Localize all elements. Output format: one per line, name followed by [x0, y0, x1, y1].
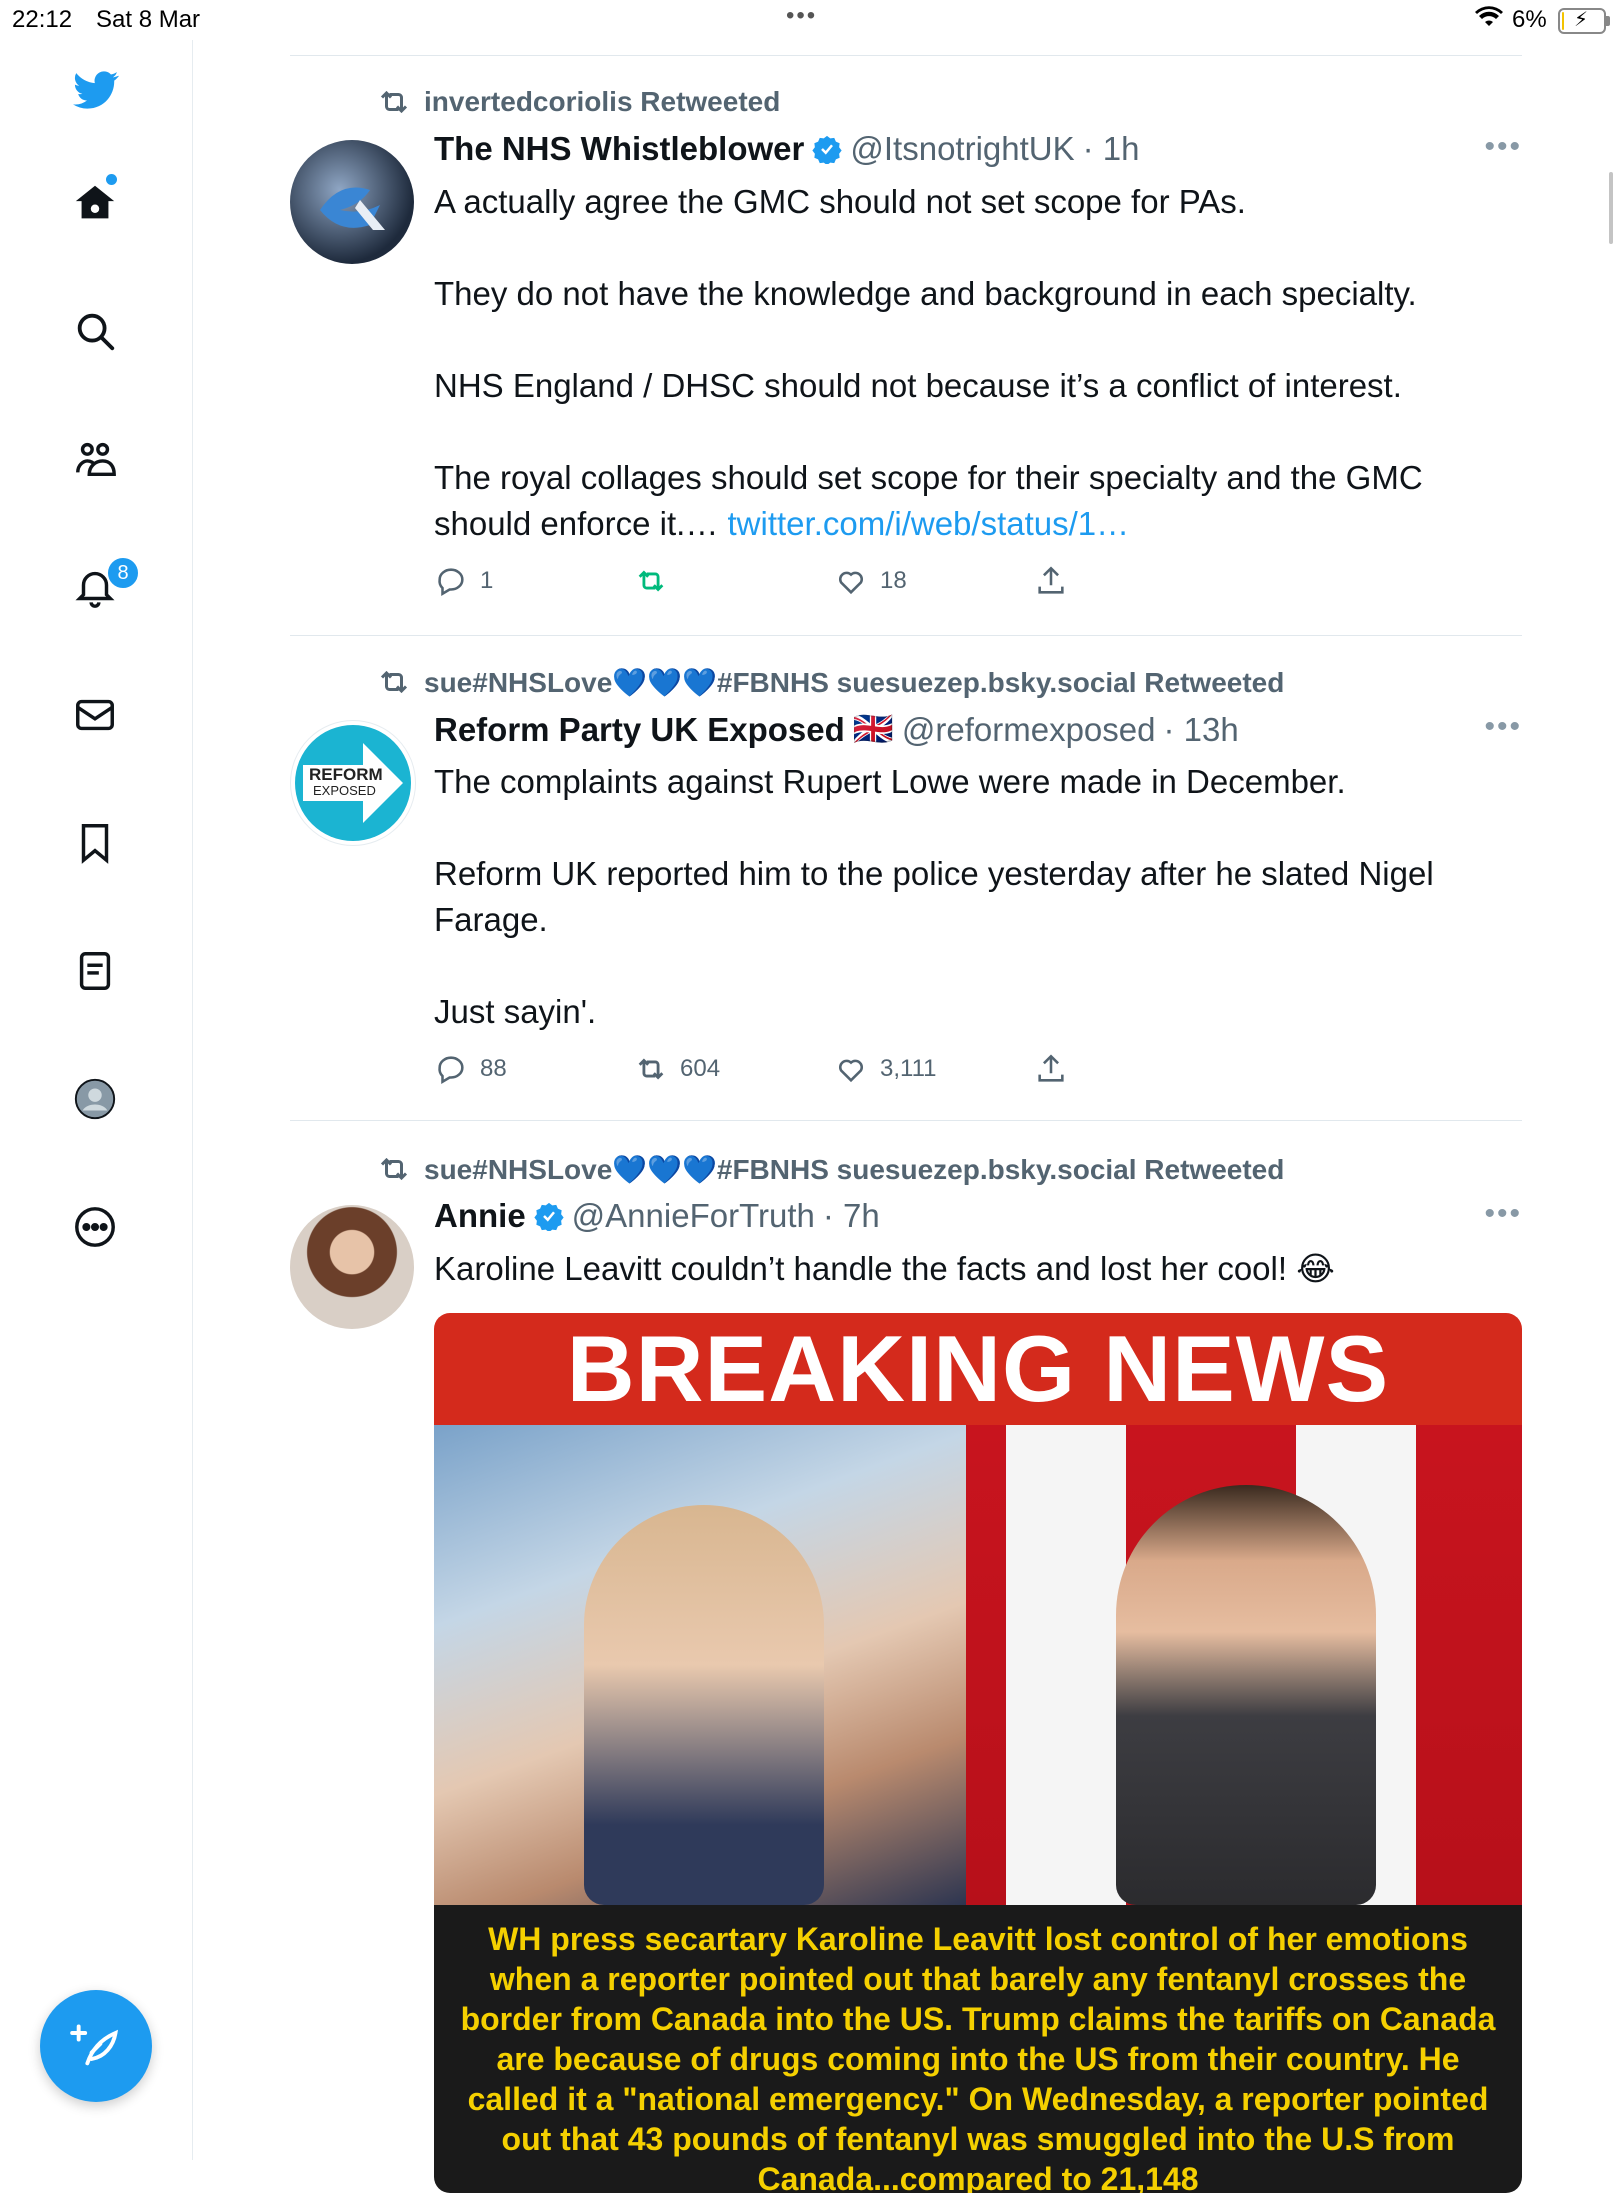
tweet-divider — [290, 1120, 1522, 1121]
heart-icon — [839, 1059, 863, 1083]
tweet-time[interactable]: · 1h — [1083, 130, 1140, 168]
timeline-top-divider — [290, 55, 1522, 56]
bookmark-icon[interactable] — [72, 820, 118, 866]
retweet-icon — [638, 570, 664, 592]
like-count: 3,111 — [880, 1055, 937, 1082]
uk-flag-icon: 🇬🇧 — [852, 710, 894, 747]
retweet-count: 604 — [680, 1055, 721, 1082]
share-button[interactable] — [1034, 1052, 1068, 1086]
retweet-icon — [638, 1058, 664, 1080]
tweet[interactable]: invertedcoriolis Retweeted The NHS Whist… — [290, 80, 1522, 635]
home-unread-dot — [106, 174, 117, 185]
communities-icon[interactable] — [72, 436, 118, 482]
more-options-icon[interactable]: ••• — [1484, 1197, 1522, 1231]
tweet-header: The NHS Whistleblower @ItsnotrightUK · 1… — [434, 130, 1140, 168]
avatar[interactable]: REFORM EXPOSED — [290, 720, 416, 846]
search-icon[interactable] — [72, 308, 118, 354]
bird-avatar-icon — [320, 187, 385, 230]
retweet-button[interactable]: 604 — [634, 1052, 720, 1086]
retweet-context: invertedcoriolis Retweeted — [376, 84, 780, 120]
display-name[interactable]: Annie — [434, 1197, 526, 1235]
display-name[interactable]: The NHS Whistleblower — [434, 130, 804, 168]
notification-badge: 8 — [106, 556, 140, 590]
retweet-context: sue#NHSLove💙💙💙#FBNHS suesuezep.bsky.soci… — [376, 1151, 1284, 1187]
like-count: 18 — [880, 567, 907, 594]
tweet-link[interactable]: twitter.com/i/web/status/1… — [728, 505, 1130, 542]
retweeted-by-label[interactable]: sue#NHSLove💙💙💙#FBNHS suesuezep.bsky.soci… — [424, 1153, 1284, 1186]
reply-count: 88 — [480, 1055, 507, 1082]
tweet-actions: 1 18 — [434, 564, 1134, 604]
user-handle[interactable]: @reformexposed — [902, 711, 1156, 749]
retweet-icon — [380, 670, 408, 694]
battery-icon: ⚡ — [1558, 8, 1610, 34]
battery-percent: 6% — [1512, 6, 1547, 33]
retweeted-by-label[interactable]: invertedcoriolis Retweeted — [424, 86, 780, 118]
tweet-divider — [290, 635, 1522, 636]
scroll-indicator[interactable] — [1609, 172, 1613, 244]
more-options-icon[interactable]: ••• — [1484, 710, 1522, 744]
photo-woman — [434, 1425, 966, 1905]
like-button[interactable]: 3,111 — [834, 1052, 937, 1086]
tweet[interactable]: sue#NHSLove💙💙💙#FBNHS suesuezep.bsky.soci… — [290, 1147, 1522, 2193]
avatar[interactable] — [290, 140, 414, 264]
retweet-context: sue#NHSLove💙💙💙#FBNHS suesuezep.bsky.soci… — [376, 664, 1284, 700]
retweet-button[interactable] — [634, 564, 680, 598]
media-banner-text: BREAKING NEWS — [434, 1313, 1522, 1425]
more-options-icon[interactable]: ••• — [1484, 130, 1522, 164]
share-button[interactable] — [1034, 564, 1068, 598]
profile-avatar-icon[interactable] — [72, 1076, 118, 1122]
media-caption-text: WH press secartary Karoline Leavitt lost… — [434, 1905, 1522, 2193]
list-icon[interactable] — [72, 948, 118, 994]
twitter-logo-icon[interactable] — [70, 64, 122, 116]
status-bar: 22:12 Sat 8 Mar ••• 6% ⚡ — [0, 0, 1620, 40]
multitasking-dots[interactable]: ••• — [786, 2, 817, 30]
reply-count: 1 — [480, 567, 494, 594]
avatar-text-exposed: EXPOSED — [313, 783, 376, 798]
mail-icon[interactable] — [72, 692, 118, 738]
share-icon — [1038, 566, 1064, 594]
tweet-header: Reform Party UK Exposed 🇬🇧 @reformexpose… — [434, 710, 1239, 749]
tweet-media-image[interactable]: BREAKING NEWS WH press secartary Karolin… — [434, 1313, 1522, 2193]
avatar[interactable] — [290, 1205, 414, 1329]
photo-man-flags — [966, 1425, 1522, 1905]
tweet-text: The complaints against Rupert Lowe were … — [434, 763, 1434, 1030]
user-handle[interactable]: @AnnieForTruth — [572, 1197, 815, 1235]
more-circle-icon[interactable] — [72, 1204, 118, 1250]
reply-icon — [438, 568, 464, 597]
tweet-body: A actually agree the GMC should not set … — [434, 183, 1423, 542]
media-photos — [434, 1425, 1522, 1905]
verified-badge-icon — [534, 1202, 564, 1231]
home-icon[interactable] — [72, 180, 118, 226]
share-icon — [1038, 1054, 1064, 1082]
compose-feather-icon — [70, 2024, 119, 2066]
like-button[interactable]: 18 — [834, 564, 907, 598]
tweet-actions: 88 604 3,111 — [434, 1052, 1134, 1092]
reply-button[interactable]: 1 — [434, 564, 493, 598]
retweet-icon — [380, 1157, 408, 1181]
status-time: 22:12 — [12, 6, 73, 33]
wifi-icon — [1474, 6, 1504, 37]
verified-badge-icon — [812, 135, 842, 164]
tweet-text: Karoline Leavitt couldn’t handle the fac… — [434, 1250, 1335, 1287]
tweet-text: A actually agree the GMC should not set … — [434, 179, 1514, 547]
status-date: Sat 8 Mar — [96, 6, 201, 33]
avatar-text-reform: REFORM — [309, 765, 383, 784]
user-handle[interactable]: @ItsnotrightUK — [850, 130, 1074, 168]
battery-level-fill — [1562, 12, 1564, 30]
heart-icon — [839, 571, 863, 595]
tweet-time[interactable]: · 7h — [823, 1197, 880, 1235]
tweet[interactable]: sue#NHSLove💙💙💙#FBNHS suesuezep.bsky.soci… — [290, 660, 1522, 1120]
compose-tweet-button[interactable] — [40, 1990, 152, 2102]
retweet-icon — [380, 90, 408, 114]
tweet-time[interactable]: · 13h — [1163, 711, 1238, 749]
retweeted-by-label[interactable]: sue#NHSLove💙💙💙#FBNHS suesuezep.bsky.soci… — [424, 666, 1284, 699]
reply-button[interactable]: 88 — [434, 1052, 507, 1086]
display-name[interactable]: Reform Party UK Exposed — [434, 711, 845, 749]
charging-bolt-icon: ⚡ — [1574, 9, 1589, 31]
reply-icon — [438, 1056, 464, 1085]
tweet-header: Annie @AnnieForTruth · 7h — [434, 1197, 880, 1235]
